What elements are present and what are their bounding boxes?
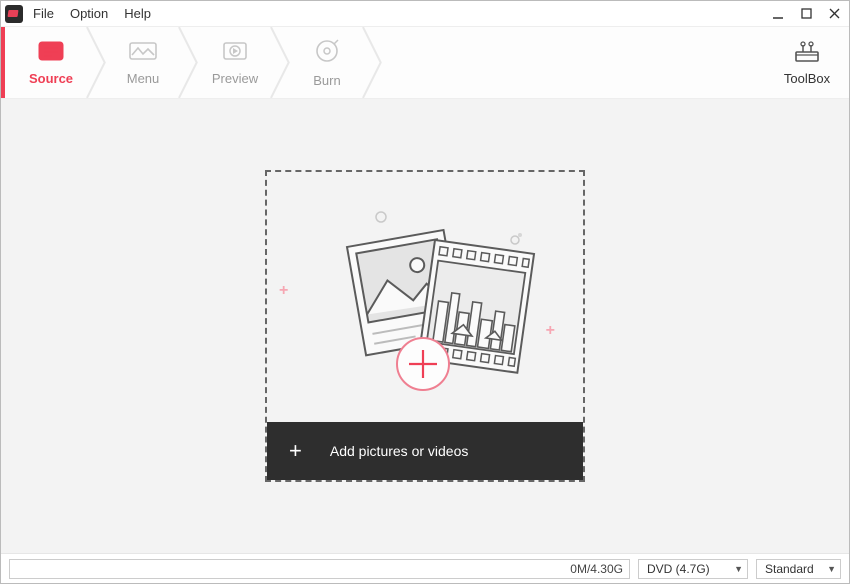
menu-help[interactable]: Help (124, 6, 151, 21)
toolbox-label: ToolBox (784, 71, 830, 86)
step-burn[interactable]: Burn (281, 27, 373, 98)
menu-file[interactable]: File (33, 6, 54, 21)
size-progress-text: 0M/4.30G (570, 562, 623, 576)
toolbox-button[interactable]: ToolBox (765, 27, 849, 98)
main-area: + + (1, 99, 849, 553)
minimize-button[interactable] (769, 5, 787, 23)
step-label: Menu (127, 71, 160, 86)
add-media-label: Add pictures or videos (330, 443, 469, 459)
status-bar: 0M/4.30G DVD (4.7G) ▼ Standard ▼ (1, 553, 849, 583)
app-icon (5, 5, 23, 23)
step-bar: Source Menu Preview (1, 27, 849, 99)
close-button[interactable] (825, 5, 843, 23)
toolbox-icon (792, 40, 822, 67)
source-icon (37, 40, 65, 65)
plus-icon: + (289, 440, 302, 462)
step-label: Source (29, 71, 73, 86)
window-controls (769, 5, 843, 23)
dropzone-illustration: + + (267, 172, 583, 422)
close-icon (829, 8, 840, 19)
menu-bar: File Option Help (33, 6, 151, 21)
spark-icon: + (546, 322, 555, 340)
disc-type-select[interactable]: DVD (4.7G) ▼ (638, 559, 748, 579)
quality-value: Standard (765, 562, 814, 576)
menu-icon (128, 40, 158, 65)
minimize-icon (772, 8, 784, 20)
step-label: Preview (212, 71, 258, 86)
step-source[interactable]: Source (5, 27, 97, 98)
add-media-button[interactable]: + Add pictures or videos (267, 422, 583, 480)
step-menu[interactable]: Menu (97, 27, 189, 98)
size-progress: 0M/4.30G (9, 559, 630, 579)
quality-select[interactable]: Standard ▼ (756, 559, 841, 579)
step-preview[interactable]: Preview (189, 27, 281, 98)
titlebar: File Option Help (1, 1, 849, 27)
disc-type-value: DVD (4.7G) (647, 562, 710, 576)
maximize-button[interactable] (797, 5, 815, 23)
dropzone[interactable]: + + (265, 170, 585, 482)
maximize-icon (801, 8, 812, 19)
menu-option[interactable]: Option (70, 6, 108, 21)
chevron-down-icon: ▼ (734, 564, 743, 574)
step-label: Burn (313, 73, 340, 88)
preview-icon (221, 40, 249, 65)
burn-icon (314, 38, 340, 67)
spark-icon: + (279, 282, 288, 300)
chevron-down-icon: ▼ (827, 564, 836, 574)
